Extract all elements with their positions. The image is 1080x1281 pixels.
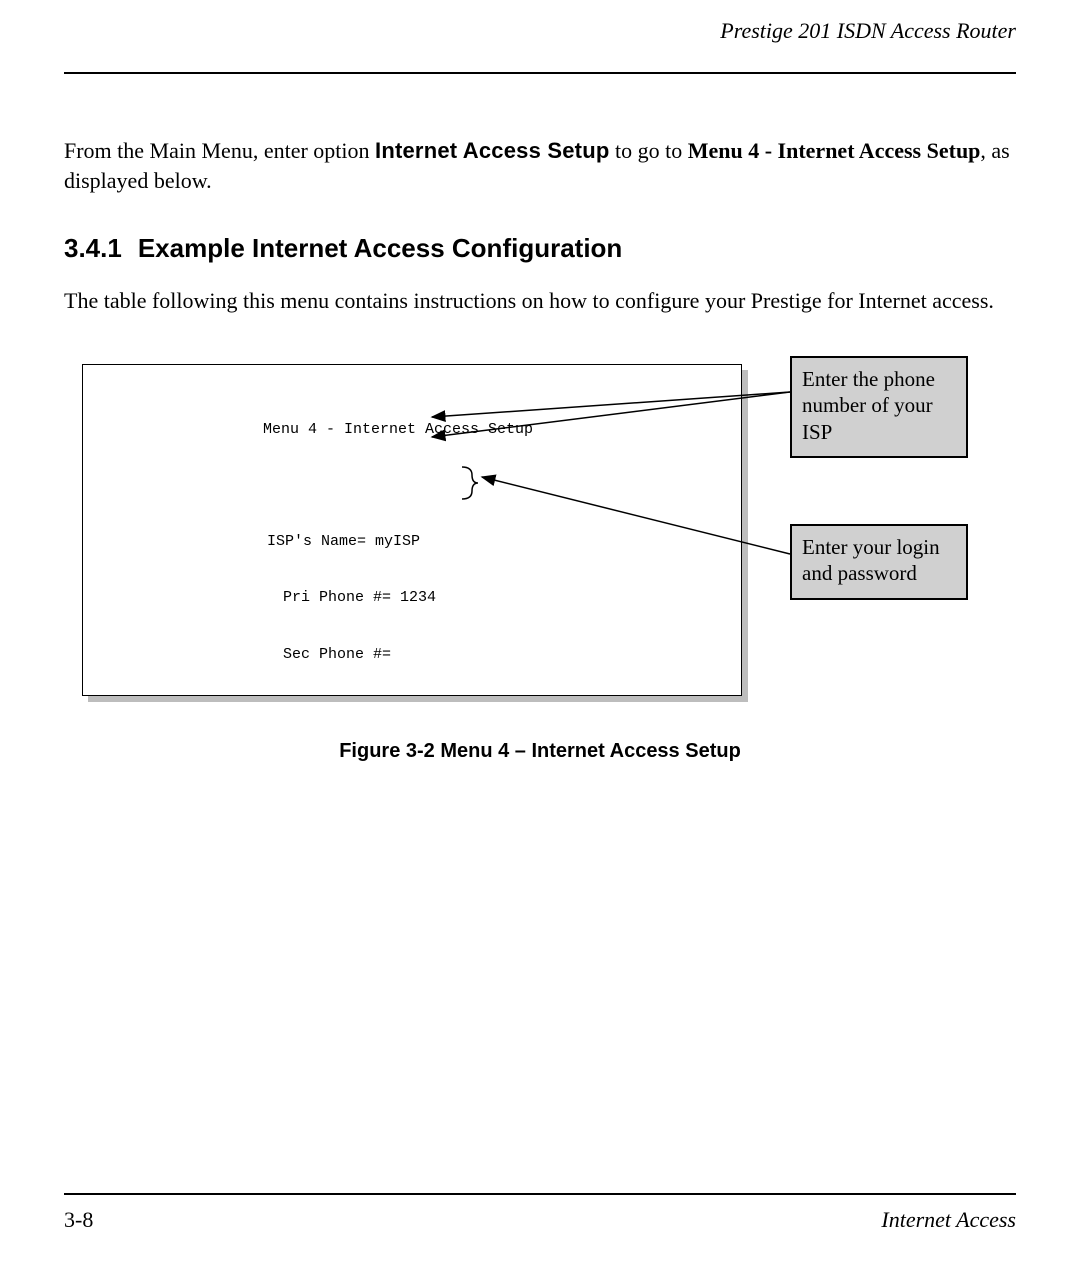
terminal-window: Menu 4 - Internet Access Setup ISP's Nam… bbox=[82, 364, 742, 696]
sec-phone-label: Sec Phone #= bbox=[283, 646, 391, 663]
terminal-title: Menu 4 - Internet Access Setup bbox=[83, 421, 741, 440]
callout-login: Enter your login and password bbox=[790, 524, 968, 600]
intro-prefix: From the Main Menu, enter option bbox=[64, 138, 375, 163]
page: Prestige 201 ISDN Access Router From the… bbox=[0, 0, 1080, 1281]
section-title: Example Internet Access Configuration bbox=[138, 233, 622, 263]
body-paragraph: The table following this menu contains i… bbox=[64, 286, 1016, 316]
header-rule bbox=[64, 72, 1016, 74]
section-number: 3.4.1 bbox=[64, 233, 122, 263]
sec-phone-line: Sec Phone #= bbox=[83, 646, 741, 665]
intro-mid: to go to bbox=[609, 138, 687, 163]
figure: Menu 4 - Internet Access Setup ISP's Nam… bbox=[82, 364, 962, 724]
isp-name-line: ISP's Name= myISP bbox=[83, 533, 741, 552]
intro-bold-1: Internet Access Setup bbox=[375, 138, 609, 163]
pri-phone-label: Pri Phone #= bbox=[283, 589, 400, 606]
intro-bold-2: Menu 4 - Internet Access Setup bbox=[688, 138, 981, 163]
intro-paragraph: From the Main Menu, enter option Interne… bbox=[64, 136, 1016, 195]
callout-phone: Enter the phone number of your ISP bbox=[790, 356, 968, 458]
running-header: Prestige 201 ISDN Access Router bbox=[64, 18, 1016, 44]
page-number: 3-8 bbox=[64, 1207, 93, 1233]
section-heading: 3.4.1 Example Internet Access Configurati… bbox=[64, 233, 1016, 264]
footer: 3-8 Internet Access bbox=[64, 1207, 1016, 1233]
isp-name-value: myISP bbox=[375, 533, 420, 550]
isp-name-label: ISP's Name= bbox=[267, 533, 375, 550]
footer-section: Internet Access bbox=[881, 1207, 1016, 1233]
pri-phone-line: Pri Phone #= 1234 bbox=[83, 589, 741, 608]
pri-phone-value: 1234 bbox=[400, 589, 436, 606]
blank-line bbox=[83, 477, 741, 496]
footer-rule bbox=[64, 1193, 1016, 1195]
figure-caption: Figure 3-2 Menu 4 – Internet Access Setu… bbox=[64, 740, 1016, 763]
